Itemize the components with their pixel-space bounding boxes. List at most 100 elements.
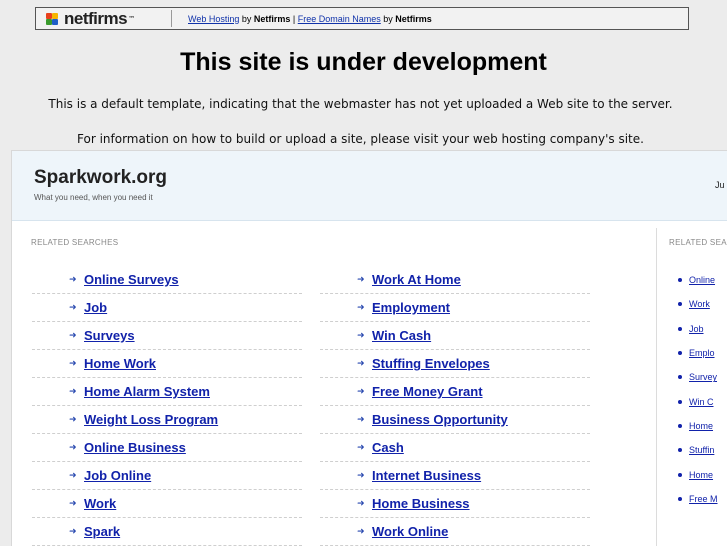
list-item: ➜ Business Opportunity <box>320 406 590 434</box>
search-link[interactable]: Work Online <box>372 524 448 539</box>
list-item: ➜ Employment <box>320 294 590 322</box>
arrow-right-icon: ➜ <box>357 275 365 285</box>
by-text: by <box>239 13 254 24</box>
arrow-right-icon: ➜ <box>357 359 365 369</box>
list-item: ➜ Work At Home <box>320 266 590 294</box>
site-tagline: What you need, when you need it <box>34 193 153 202</box>
arrow-right-icon: ➜ <box>69 499 77 509</box>
sidebar-search-link[interactable]: Work <box>689 299 710 309</box>
search-link[interactable]: Job Online <box>84 468 151 483</box>
search-link[interactable]: Employment <box>372 300 450 315</box>
sidebar-related-searches-label: RELATED SEA <box>669 238 727 247</box>
arrow-right-icon: ➜ <box>69 471 77 481</box>
search-link[interactable]: Job <box>84 300 107 315</box>
list-item: ➜ Home Work <box>32 350 302 378</box>
arrow-right-icon: ➜ <box>69 275 77 285</box>
banner-links: Web Hosting by Netfirms | Free Domain Na… <box>188 14 432 24</box>
bullet-icon <box>678 399 682 404</box>
arrow-right-icon: ➜ <box>69 527 77 537</box>
search-link[interactable]: Home Business <box>372 496 470 511</box>
bullet-icon <box>678 326 682 331</box>
search-link[interactable]: Win Cash <box>372 328 431 343</box>
sidebar-search-link[interactable]: Free M <box>689 494 718 504</box>
search-link[interactable]: Internet Business <box>372 468 481 483</box>
separator: | <box>290 13 298 24</box>
arrow-right-icon: ➜ <box>357 471 365 481</box>
free-domain-names-link[interactable]: Free Domain Names <box>298 14 381 24</box>
brand-text: Netfirms <box>395 13 432 24</box>
logo-trademark: ™ <box>128 14 136 23</box>
netfirms-logo[interactable]: netfirms ™ <box>36 8 172 28</box>
sidebar-search-link[interactable]: Win C <box>689 397 714 407</box>
list-item: ➜ Spark <box>32 518 302 546</box>
bullet-icon <box>678 278 682 283</box>
sidebar-search-link[interactable]: Survey <box>689 372 717 382</box>
list-item: ➜ Free Money Grant <box>320 378 590 406</box>
search-link[interactable]: Spark <box>84 524 120 539</box>
web-hosting-link[interactable]: Web Hosting <box>188 14 239 24</box>
list-item: ➜ Surveys <box>32 322 302 350</box>
arrow-right-icon: ➜ <box>69 415 77 425</box>
sidebar-list-item: Win C <box>678 389 727 413</box>
bullet-icon <box>678 375 682 380</box>
sidebar-search-link[interactable]: Home <box>689 470 713 480</box>
logo-text: netfirms <box>64 8 128 28</box>
sidebar-related-searches: Online Work Job Emplo Survey Win C Home … <box>678 268 727 511</box>
arrow-right-icon: ➜ <box>69 303 77 313</box>
search-link[interactable]: Online Business <box>84 440 186 455</box>
search-link[interactable]: Work <box>84 496 116 511</box>
bullet-icon <box>678 302 682 307</box>
column-divider <box>656 228 657 546</box>
arrow-right-icon: ➜ <box>357 387 365 397</box>
arrow-right-icon: ➜ <box>357 499 365 509</box>
list-item: ➜ Internet Business <box>320 462 590 490</box>
list-item: ➜ Job <box>32 294 302 322</box>
sidebar-list-item: Work <box>678 292 727 316</box>
sidebar-search-link[interactable]: Job <box>689 324 704 334</box>
list-item: ➜ Home Business <box>320 490 590 518</box>
site-name[interactable]: Sparkwork.org <box>34 167 167 189</box>
arrow-right-icon: ➜ <box>69 359 77 369</box>
bullet-icon <box>678 351 682 356</box>
search-link[interactable]: Stuffing Envelopes <box>372 356 490 371</box>
search-link[interactable]: Work At Home <box>372 272 461 287</box>
arrow-right-icon: ➜ <box>357 415 365 425</box>
search-link[interactable]: Home Alarm System <box>84 384 210 399</box>
arrow-right-icon: ➜ <box>357 331 365 341</box>
sidebar-list-item: Free M <box>678 487 727 511</box>
search-link[interactable]: Home Work <box>84 356 156 371</box>
related-searches-right-column: ➜ Work At Home ➜ Employment ➜ Win Cash ➜ Stu… <box>320 266 590 546</box>
list-item: ➜ Home Alarm System <box>32 378 302 406</box>
search-link[interactable]: Online Surveys <box>84 272 179 287</box>
search-link[interactable]: Cash <box>372 440 404 455</box>
sidebar-list-item: Home <box>678 462 727 486</box>
search-link[interactable]: Free Money Grant <box>372 384 483 399</box>
bullet-icon <box>678 496 682 501</box>
description-default-template: This is a default template, indicating t… <box>48 97 673 111</box>
bullet-icon <box>678 423 682 428</box>
list-item: ➜ Cash <box>320 434 590 462</box>
netfirms-logo-icon <box>46 12 62 25</box>
page-title: This site is under development <box>180 48 547 76</box>
netfirms-banner: netfirms ™ Web Hosting by Netfirms | Fre… <box>35 7 689 30</box>
parked-site-frame: Sparkwork.org What you need, when you ne… <box>11 150 727 546</box>
search-link[interactable]: Surveys <box>84 328 135 343</box>
list-item: ➜ Win Cash <box>320 322 590 350</box>
list-item: ➜ Stuffing Envelopes <box>320 350 590 378</box>
related-searches-label: RELATED SEARCHES <box>31 238 119 247</box>
sidebar-search-link[interactable]: Home <box>689 421 713 431</box>
arrow-right-icon: ➜ <box>69 331 77 341</box>
sidebar-list-item: Stuffin <box>678 438 727 462</box>
brand-text: Netfirms <box>253 13 291 24</box>
search-link[interactable]: Weight Loss Program <box>84 412 218 427</box>
sidebar-search-link[interactable]: Stuffin <box>689 445 714 455</box>
arrow-right-icon: ➜ <box>357 303 365 313</box>
bullet-icon <box>678 472 682 477</box>
list-item: ➜ Work Online <box>320 518 590 546</box>
bullet-icon <box>678 448 682 453</box>
list-item: ➜ Job Online <box>32 462 302 490</box>
sidebar-search-link[interactable]: Emplo <box>689 348 715 358</box>
search-link[interactable]: Business Opportunity <box>372 412 508 427</box>
header-right-text: Ju <box>715 180 725 190</box>
sidebar-search-link[interactable]: Online <box>689 275 715 285</box>
